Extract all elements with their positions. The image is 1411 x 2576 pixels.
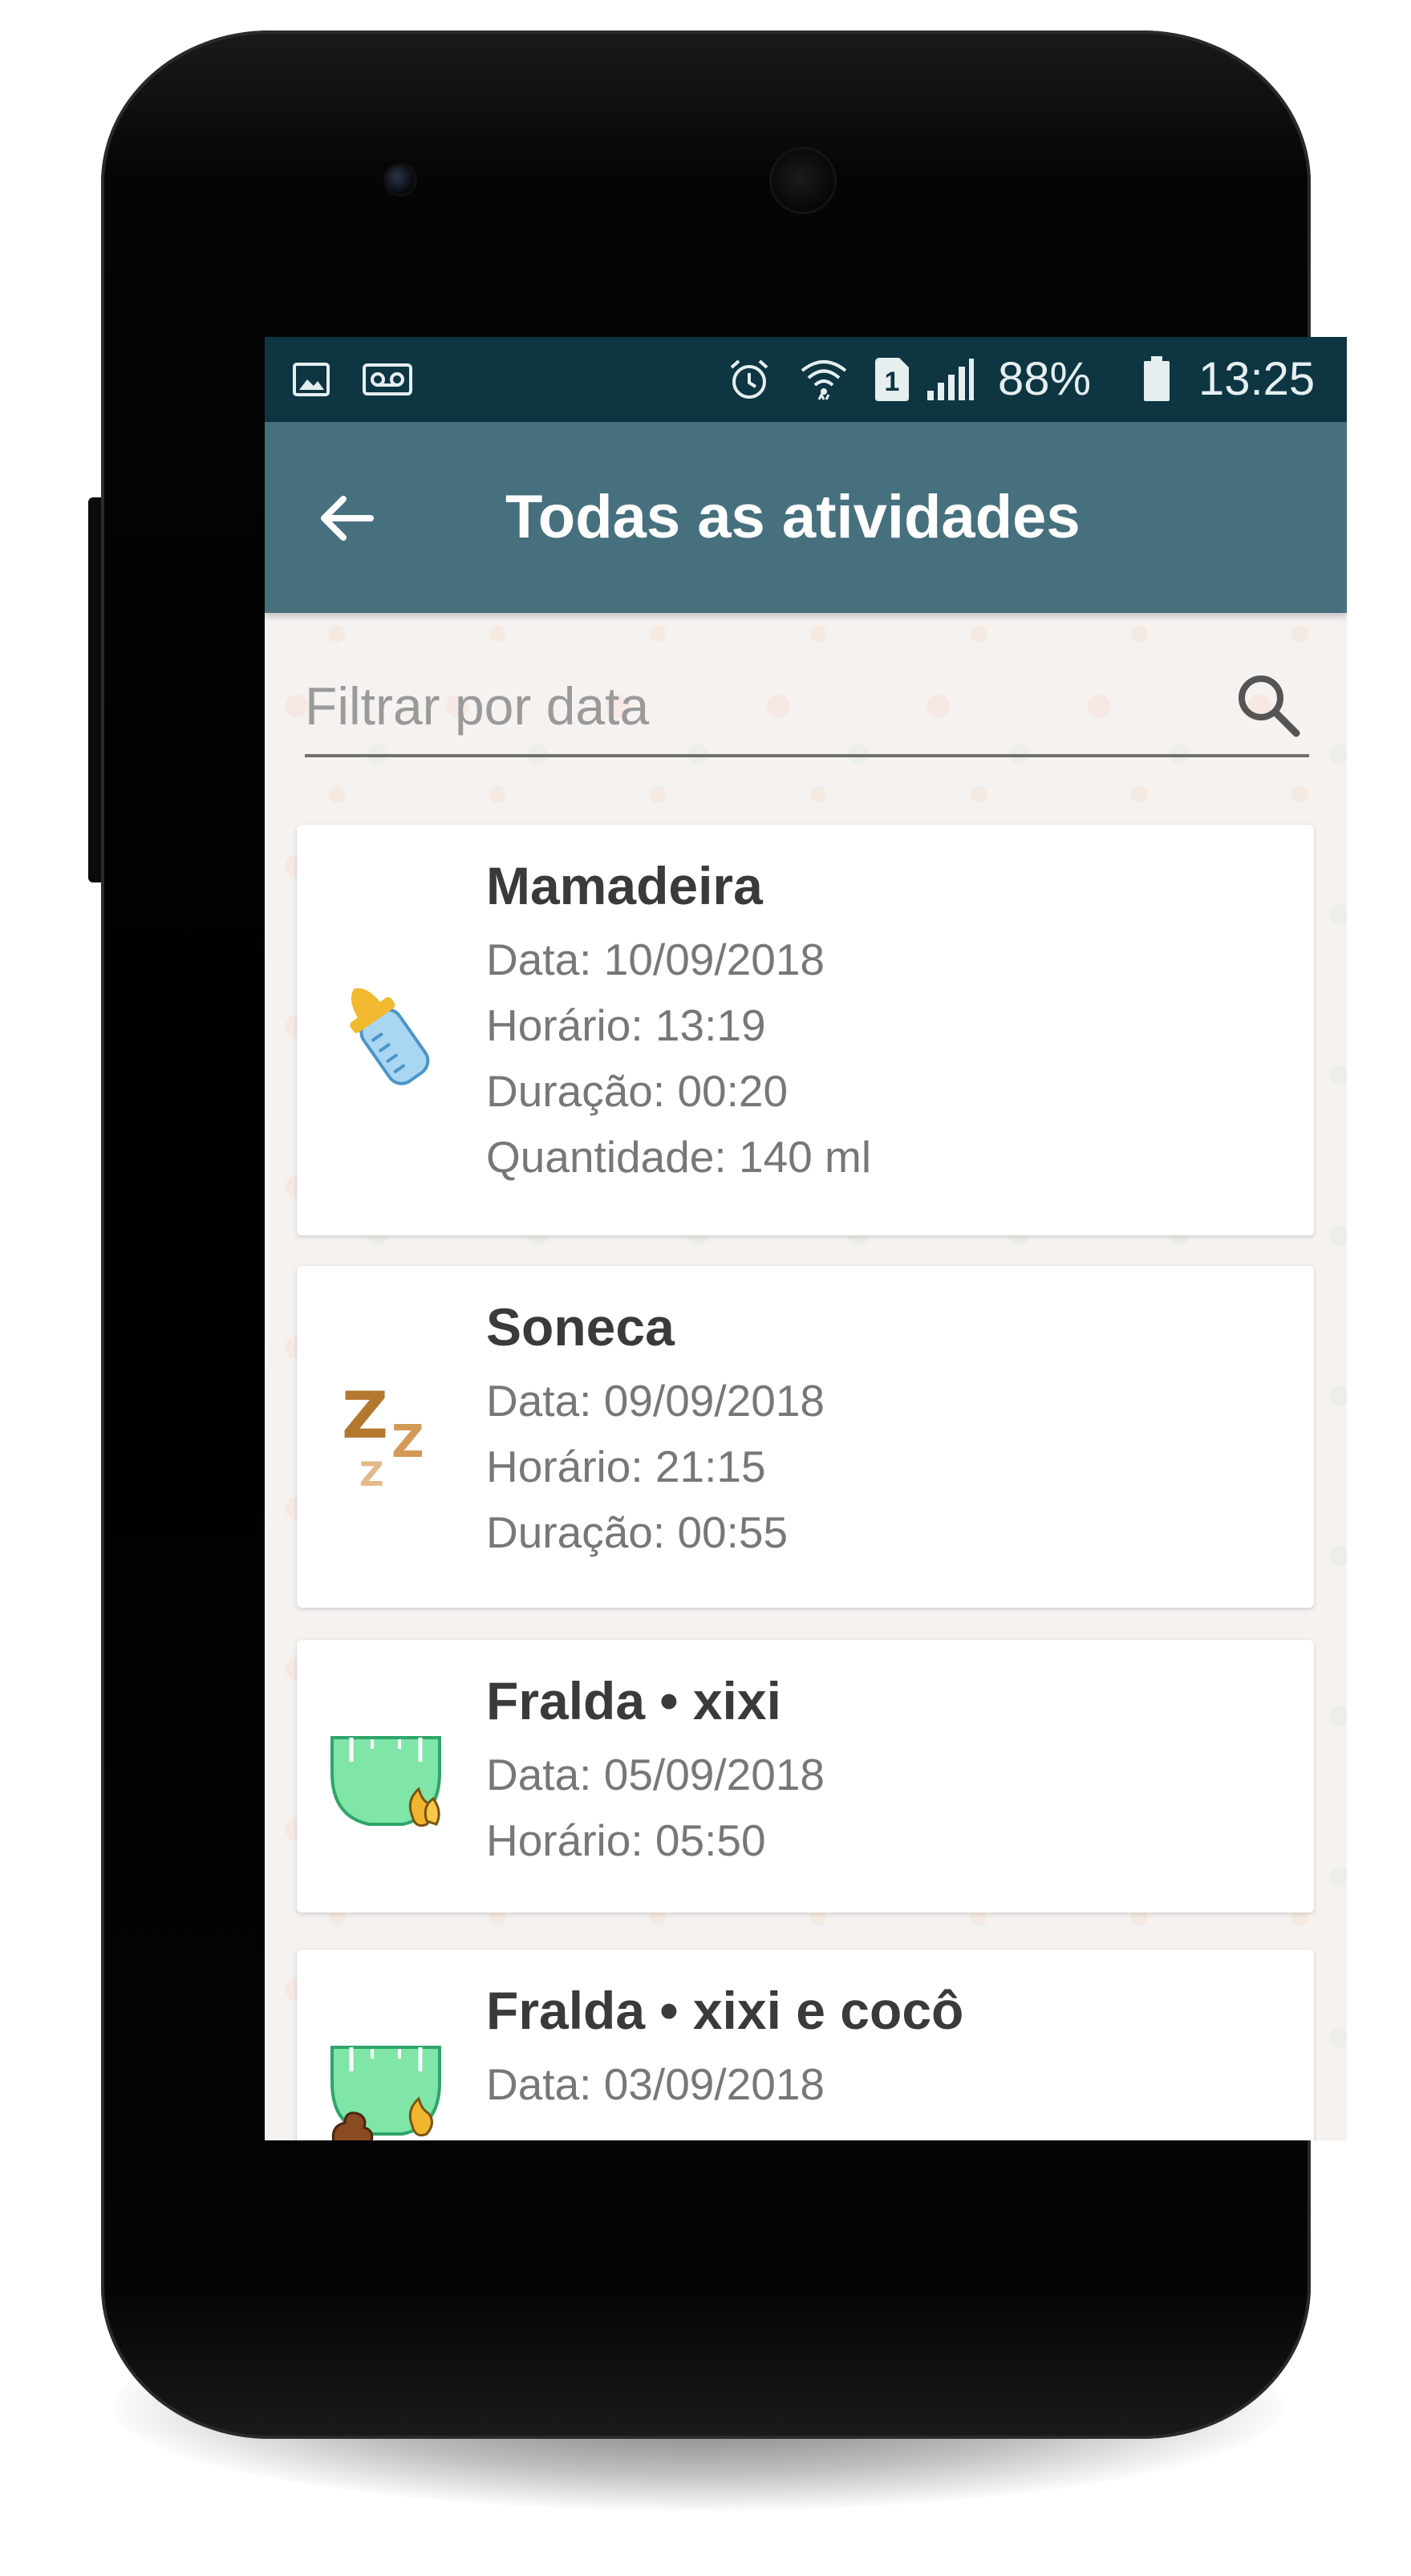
wifi-icon bbox=[797, 358, 850, 401]
clock: 13:25 bbox=[1198, 353, 1316, 405]
activity-card[interactable]: Z Z Z Soneca Data: 09/09/2018 Horário: 2… bbox=[297, 1266, 1314, 1608]
activity-quantity: Quantidade: 140 ml bbox=[486, 1132, 872, 1182]
activity-title: Mamadeira bbox=[486, 856, 763, 915]
app-bar: Todas as atividades bbox=[265, 422, 1347, 613]
activity-time: Horário: 05:50 bbox=[486, 1815, 766, 1865]
alarm-icon bbox=[725, 358, 773, 401]
voicemail-icon bbox=[361, 358, 414, 401]
date-filter-input[interactable] bbox=[305, 672, 1203, 740]
activity-title: Fralda • xixi bbox=[486, 1671, 781, 1730]
battery-icon bbox=[1141, 356, 1173, 401]
battery-percent: 88% bbox=[998, 353, 1092, 405]
front-camera bbox=[772, 149, 834, 212]
activity-title: Fralda • xixi e cocô bbox=[486, 1981, 964, 2040]
diaper-pee-icon bbox=[330, 1736, 441, 1828]
page-title: Todas as atividades bbox=[505, 483, 1081, 551]
activity-card[interactable]: Mamadeira Data: 10/09/2018 Horário: 13:1… bbox=[297, 825, 1314, 1235]
arrow-back-icon bbox=[321, 496, 374, 541]
activity-title: Soneca bbox=[486, 1297, 675, 1357]
image-icon bbox=[289, 358, 334, 401]
date-filter-field[interactable] bbox=[305, 658, 1309, 757]
activity-card[interactable]: Fralda • xixi e cocô Data: 03/09/2018 bbox=[297, 1949, 1314, 2140]
phone-frame: 1 88% 13:25 Todas as atividades Filtrar … bbox=[101, 30, 1347, 2439]
sleep-zzz-icon: Z Z Z bbox=[342, 1381, 424, 1494]
search-icon[interactable] bbox=[1232, 669, 1304, 741]
activity-date: Data: 03/09/2018 bbox=[486, 2059, 825, 2109]
stage: 1 88% 13:25 Todas as atividades Filtrar … bbox=[0, 0, 1411, 2576]
svg-text:Z: Z bbox=[342, 1381, 388, 1453]
diaper-pee-poop-icon bbox=[330, 2046, 441, 2140]
svg-text:Z: Z bbox=[391, 1416, 424, 1468]
activity-date: Data: 10/09/2018 bbox=[486, 935, 825, 984]
back-button[interactable] bbox=[306, 478, 387, 558]
signal-icon bbox=[924, 358, 977, 401]
activity-time: Horário: 13:19 bbox=[486, 1000, 766, 1050]
activity-card[interactable]: Fralda • xixi Data: 05/09/2018 Horário: … bbox=[297, 1640, 1314, 1913]
activity-date: Data: 09/09/2018 bbox=[486, 1376, 825, 1426]
status-bar: 1 88% 13:25 bbox=[265, 337, 1347, 422]
sim-icon: 1 bbox=[873, 358, 911, 401]
svg-text:Z: Z bbox=[359, 1454, 383, 1494]
sim-label: 1 bbox=[885, 367, 900, 397]
baby-bottle-icon bbox=[350, 988, 430, 1085]
activity-time: Horário: 21:15 bbox=[486, 1442, 766, 1491]
activity-duration: Duração: 00:20 bbox=[486, 1066, 789, 1116]
app-screen: 1 88% 13:25 Todas as atividades Filtrar … bbox=[265, 337, 1347, 2140]
activity-duration: Duração: 00:55 bbox=[486, 1507, 789, 1557]
activity-date: Data: 05/09/2018 bbox=[486, 1750, 825, 1799]
sensor-dot bbox=[386, 165, 415, 194]
